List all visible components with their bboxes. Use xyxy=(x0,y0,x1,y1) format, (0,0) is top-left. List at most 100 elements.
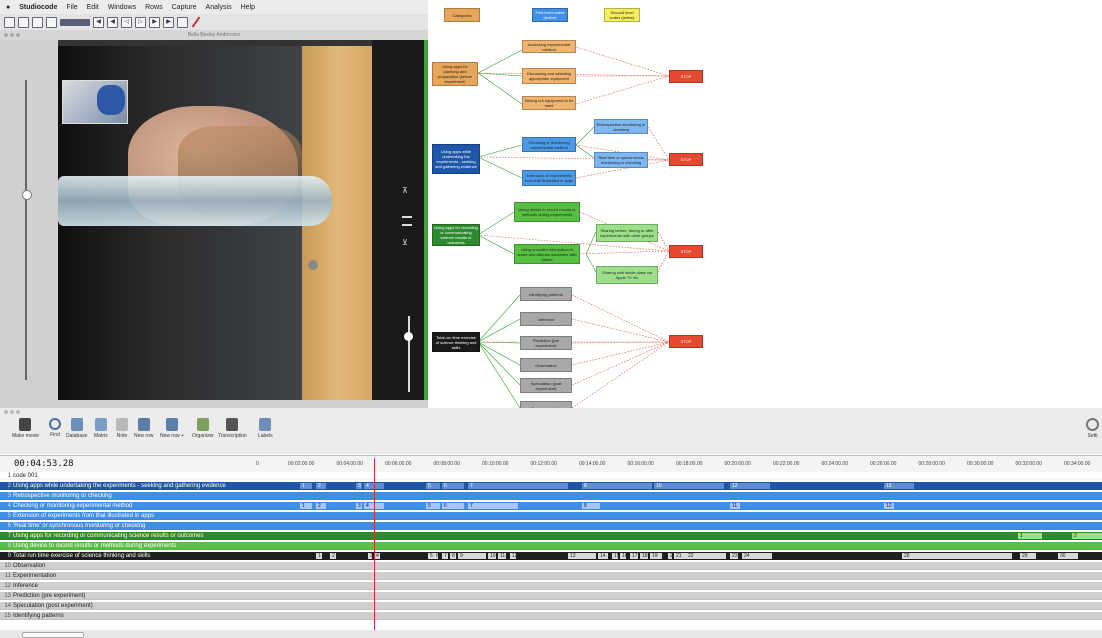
timeline-row[interactable]: 15 Identifying patterns xyxy=(0,612,1102,620)
timeline-row[interactable]: 1 code 001 xyxy=(0,472,1102,480)
row-label[interactable]: Observation xyxy=(13,562,45,570)
green-stop[interactable]: STOP xyxy=(669,245,703,258)
code-instance[interactable]: 15 xyxy=(612,553,620,559)
row-label[interactable]: Using device to record results or method… xyxy=(13,542,176,550)
playhead[interactable] xyxy=(374,458,375,630)
code-instance[interactable]: 11 xyxy=(730,503,740,509)
capture-icon[interactable] xyxy=(4,16,15,28)
row-label[interactable]: Identifying patterns xyxy=(13,612,64,620)
volume-knob[interactable] xyxy=(22,190,32,200)
grey-sub-4[interactable]: Observation xyxy=(520,358,572,372)
new-row-button[interactable]: New row xyxy=(134,418,153,439)
row-label[interactable]: code 001 xyxy=(13,472,38,480)
code-instance[interactable]: 29 xyxy=(1020,553,1036,559)
minimize-icon[interactable] xyxy=(10,33,14,37)
timeline-row[interactable]: 8 Using device to record results or metho… xyxy=(0,542,1102,550)
green-second-1[interactable]: Sharing before, during or after experime… xyxy=(596,224,658,242)
code-instance[interactable]: 1 xyxy=(300,503,312,509)
code-instance[interactable]: 24 xyxy=(742,553,772,559)
timeline-row[interactable]: 7 Using apps for recording or communicati… xyxy=(0,532,1102,540)
orange-sub-3[interactable]: Setting out equipment to be used xyxy=(522,96,576,110)
code-instance[interactable]: 2 xyxy=(330,553,336,559)
database-button[interactable]: Database xyxy=(66,418,87,439)
play-back-icon[interactable]: ◁ xyxy=(121,16,132,28)
timeline-row[interactable]: 10 Observation xyxy=(0,562,1102,570)
blue-second-1[interactable]: Retrospective monitoring or checking xyxy=(594,119,648,134)
note-button[interactable]: Note xyxy=(116,418,128,439)
code-instance[interactable]: 12 xyxy=(884,503,894,509)
code-instance[interactable]: 6 xyxy=(442,483,464,489)
timeline-row[interactable]: 4 Checking or monitoring experimental met… xyxy=(0,502,1102,510)
timeline-row[interactable]: 6 'Real time' or synchronous monitoring o… xyxy=(0,522,1102,530)
row-label[interactable]: Retrospective monitoring or checking xyxy=(13,492,112,500)
bottom-marker-icon[interactable]: ⊻ xyxy=(402,238,410,247)
row-label[interactable]: Experimentation xyxy=(13,572,56,580)
close-icon[interactable] xyxy=(4,33,8,37)
clapper-icon[interactable] xyxy=(46,16,57,28)
blue-second-2[interactable]: Real time or synchronous monitoring or c… xyxy=(594,152,648,168)
row-label[interactable]: Total run time exercise of science think… xyxy=(13,552,150,560)
step-forward-icon[interactable]: ▶ xyxy=(149,16,160,28)
code-instance[interactable]: 5 xyxy=(426,483,440,489)
code-instance[interactable]: 6 xyxy=(434,553,439,559)
play-icon[interactable]: ▷ xyxy=(135,16,146,28)
orange-sub-1[interactable]: Assessing experimental method xyxy=(522,40,576,53)
code-instance[interactable]: 19 xyxy=(650,553,662,559)
menu-file[interactable]: File xyxy=(66,4,77,11)
row-label[interactable]: Extension of experiments from that illus… xyxy=(13,512,154,520)
blue-sub-1[interactable]: Checking or monitoring experimental meth… xyxy=(522,137,576,152)
picture-in-picture[interactable] xyxy=(62,80,128,124)
grey-sub-1[interactable]: Identifying patterns xyxy=(520,287,572,301)
code-instance[interactable]: 3 xyxy=(356,503,362,509)
row-label[interactable]: Prediction (pre experiment) xyxy=(13,592,85,600)
minimize-icon[interactable] xyxy=(10,410,14,414)
code-instance[interactable]: 8 xyxy=(582,503,600,509)
code-instance[interactable]: 7 xyxy=(468,483,568,489)
code-instance[interactable]: 3 xyxy=(356,483,362,489)
green-category[interactable]: Using apps for recording or communicatin… xyxy=(432,224,480,246)
code-instance[interactable]: 2 xyxy=(1072,533,1102,539)
organizer-button[interactable]: Organizer xyxy=(192,418,214,439)
code-instance[interactable]: 18 xyxy=(640,553,648,559)
timeline-row[interactable]: 12 Inference xyxy=(0,582,1102,590)
step-back-icon[interactable]: ◀ xyxy=(107,16,118,28)
row-label[interactable]: 'Real time' or synchronous monitoring or… xyxy=(13,522,145,530)
top-marker-icon[interactable]: ⊼ xyxy=(402,186,410,195)
code-instance[interactable]: 8 xyxy=(450,553,456,559)
code-instance[interactable]: 11 xyxy=(498,553,506,559)
row-label[interactable]: Checking or monitoring experimental meth… xyxy=(13,502,132,510)
code-instance[interactable]: 1 xyxy=(300,483,312,489)
row-label[interactable]: Inference xyxy=(13,582,38,590)
blue-sub-2[interactable]: Extension of experiments from that illus… xyxy=(522,170,576,186)
apple-icon[interactable]: ● xyxy=(6,4,10,11)
code-instance[interactable]: 28 xyxy=(902,553,1012,559)
grey-category[interactable]: Total run time exercise of science think… xyxy=(432,332,480,352)
code-instance[interactable]: 22 xyxy=(686,553,726,559)
menu-analysis[interactable]: Analysis xyxy=(206,4,232,11)
zoom-icon[interactable] xyxy=(16,410,20,414)
list-icon[interactable] xyxy=(32,16,43,28)
grey-stop[interactable]: STOP xyxy=(669,335,703,348)
rewind-icon[interactable]: ◀ xyxy=(93,16,104,28)
timeline-row[interactable]: 11 Experimentation xyxy=(0,572,1102,580)
volume-track[interactable] xyxy=(25,80,27,380)
row-label[interactable]: Using apps while undertaking the experim… xyxy=(13,482,226,490)
code-instance[interactable]: 30 xyxy=(1058,553,1078,559)
code-instance[interactable]: 1 xyxy=(1018,533,1042,539)
code-instance[interactable]: 20 xyxy=(668,553,676,559)
code-instance[interactable]: 14 xyxy=(598,553,608,559)
green-sub-2[interactable]: Using recorded information to share and … xyxy=(514,244,580,264)
row-label[interactable]: Speculation (post experiment) xyxy=(13,602,93,610)
timeline-row[interactable]: 9 Total run time exercise of science thin… xyxy=(0,552,1102,560)
settings-button[interactable]: Setti xyxy=(1086,418,1099,439)
code-instance[interactable]: 23 xyxy=(730,553,738,559)
orange-stop[interactable]: STOP xyxy=(669,70,703,83)
blue-stop[interactable]: STOP xyxy=(669,153,703,166)
green-sub-1[interactable]: Using device to record results or method… xyxy=(514,202,580,222)
code-instance[interactable]: 6 xyxy=(442,503,464,509)
code-instance[interactable]: 13 xyxy=(568,553,596,559)
code-instance[interactable]: 9 xyxy=(458,553,486,559)
fast-forward-icon[interactable]: ▶ xyxy=(163,16,174,28)
code-instance[interactable]: 12 xyxy=(730,483,770,489)
code-instance[interactable]: 5 xyxy=(426,503,440,509)
